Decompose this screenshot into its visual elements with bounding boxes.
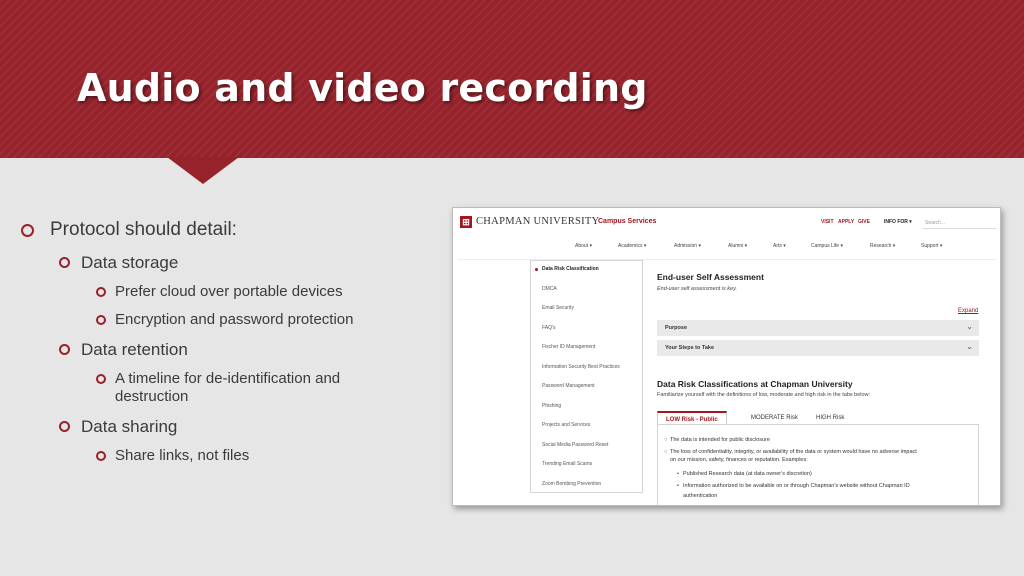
accordion-purpose[interactable]: Purpose ⌄ bbox=[657, 320, 979, 336]
chapman-logo-icon: ⊞ bbox=[460, 216, 472, 228]
nav-admission[interactable]: Admission ▾ bbox=[674, 243, 701, 249]
bullet-timeline: A timeline for de-identification and des… bbox=[96, 370, 340, 406]
bullet-text-block: A timeline for de-identification and des… bbox=[115, 370, 340, 406]
bullet-ring-icon bbox=[59, 257, 70, 268]
tab-line: The loss of confidentiality, integrity, … bbox=[670, 449, 917, 455]
sidebar-item-phishing[interactable]: Phishing bbox=[542, 403, 561, 409]
info-for-menu[interactable]: INFO FOR ▾ bbox=[884, 219, 912, 225]
nav-arts[interactable]: Arts ▾ bbox=[773, 243, 786, 249]
bullet-ring-icon bbox=[21, 224, 34, 237]
nav-campus-life[interactable]: Campus Life ▾ bbox=[811, 243, 843, 249]
bullet-cloud: Prefer cloud over portable devices bbox=[96, 283, 343, 301]
bullet-text: destruction bbox=[115, 388, 189, 405]
accordion-label: Your Steps to Take bbox=[665, 345, 715, 351]
self-assessment-subtitle: End-user self assessment is key. bbox=[657, 286, 737, 292]
classifications-subtitle: Familiarize yourself with the definition… bbox=[657, 392, 871, 398]
bullet-share-links: Share links, not files bbox=[96, 447, 249, 465]
bullet-ring-icon bbox=[59, 421, 70, 432]
nav-about[interactable]: About ▾ bbox=[575, 243, 592, 249]
list-bullet-icon: ○ bbox=[664, 449, 668, 455]
list-bullet-icon: ○ bbox=[664, 437, 668, 443]
nav-academics[interactable]: Academics ▾ bbox=[618, 243, 646, 249]
bullet-text: Protocol should detail: bbox=[50, 219, 237, 240]
bullet-text: Data sharing bbox=[81, 417, 178, 436]
sidebar-item-data-risk[interactable]: Data Risk Classification bbox=[542, 266, 599, 272]
chevron-down-icon: ⌄ bbox=[966, 342, 973, 351]
bullet-data-retention: Data retention bbox=[59, 340, 188, 360]
nav-support[interactable]: Support ▾ bbox=[921, 243, 942, 249]
accordion-label: Purpose bbox=[665, 325, 688, 331]
tab-line: Information authorized to be available o… bbox=[683, 483, 910, 489]
list-bullet-icon: • bbox=[677, 483, 679, 489]
sidebar-item-dmca[interactable]: DMCA bbox=[542, 286, 557, 292]
bullet-text: A timeline for de-identification and bbox=[115, 370, 341, 387]
bullet-protocol: Protocol should detail: bbox=[21, 219, 237, 241]
bullet-ring-icon bbox=[96, 315, 106, 325]
active-dot-icon bbox=[535, 268, 538, 271]
tab-low-risk[interactable]: LOW Risk - Public bbox=[657, 411, 727, 425]
bullet-ring-icon bbox=[96, 451, 106, 461]
sidebar-item-social-media[interactable]: Social Media Password Reset bbox=[542, 442, 608, 448]
embedded-screenshot: ⊞ CHAPMAN UNIVERSITY Campus Services VIS… bbox=[452, 207, 1001, 506]
bullet-text: Data retention bbox=[81, 340, 188, 359]
nav-alumni[interactable]: Alumni ▾ bbox=[728, 243, 747, 249]
sidebar-item-faq[interactable]: FAQ's bbox=[542, 325, 555, 331]
bullet-ring-icon bbox=[96, 287, 106, 297]
tab-panel: ○ The data is intended for public disclo… bbox=[657, 424, 979, 505]
bullet-text: Prefer cloud over portable devices bbox=[115, 283, 343, 300]
bullet-text: Data storage bbox=[81, 253, 179, 272]
tab-line: Published Research data (at data owner's… bbox=[683, 471, 812, 477]
sidebar-item-email-security[interactable]: Email Security bbox=[542, 305, 574, 311]
bullet-text: Encryption and password protection bbox=[115, 311, 354, 328]
chevron-down-icon: ⌄ bbox=[966, 322, 973, 331]
bullet-text: Share links, not files bbox=[115, 447, 250, 464]
tab-high-risk[interactable]: HIGH Risk bbox=[808, 411, 852, 425]
link-visit[interactable]: VISIT bbox=[821, 219, 834, 225]
header-notch bbox=[167, 157, 239, 184]
side-nav: Data Risk Classification DMCA Email Secu… bbox=[530, 260, 643, 493]
sidebar-item-zoom[interactable]: Zoom Bombing Prevention bbox=[542, 481, 601, 487]
bullet-ring-icon bbox=[96, 374, 106, 384]
sidebar-item-projects[interactable]: Projects and Services bbox=[542, 422, 590, 428]
nav-research[interactable]: Research ▾ bbox=[870, 243, 895, 249]
accordion-steps[interactable]: Your Steps to Take ⌄ bbox=[657, 340, 979, 356]
classifications-heading: Data Risk Classifications at Chapman Uni… bbox=[657, 379, 853, 389]
university-name: CHAPMAN UNIVERSITY bbox=[476, 216, 600, 227]
sidebar-item-password[interactable]: Password Management bbox=[542, 383, 595, 389]
slide-title: Audio and video recording bbox=[77, 66, 648, 110]
sidebar-item-fischer-id[interactable]: Fischer ID Management bbox=[542, 344, 595, 350]
self-assessment-heading: End-user Self Assessment bbox=[657, 272, 764, 282]
bullet-data-storage: Data storage bbox=[59, 253, 178, 273]
list-bullet-icon: • bbox=[677, 471, 679, 477]
tab-line: on our mission, safety, finances or repu… bbox=[670, 457, 808, 463]
tab-line: authentication bbox=[683, 493, 718, 499]
link-give[interactable]: GIVE bbox=[858, 219, 870, 225]
tab-line: The data is intended for public disclosu… bbox=[670, 437, 770, 443]
bullet-ring-icon bbox=[59, 344, 70, 355]
site-section-title: Campus Services bbox=[598, 218, 657, 225]
tab-moderate-risk[interactable]: MODERATE Risk bbox=[743, 411, 806, 425]
bullet-data-sharing: Data sharing bbox=[59, 417, 177, 437]
expand-link[interactable]: Expand bbox=[958, 308, 978, 314]
search-input[interactable]: Search... bbox=[922, 215, 996, 229]
bullet-encryption: Encryption and password protection bbox=[96, 311, 353, 329]
sidebar-item-email-scams[interactable]: Trending Email Scams bbox=[542, 461, 592, 467]
link-apply[interactable]: APPLY bbox=[838, 219, 854, 225]
sidebar-item-best-practices[interactable]: Information Security Best Practices bbox=[542, 364, 620, 370]
